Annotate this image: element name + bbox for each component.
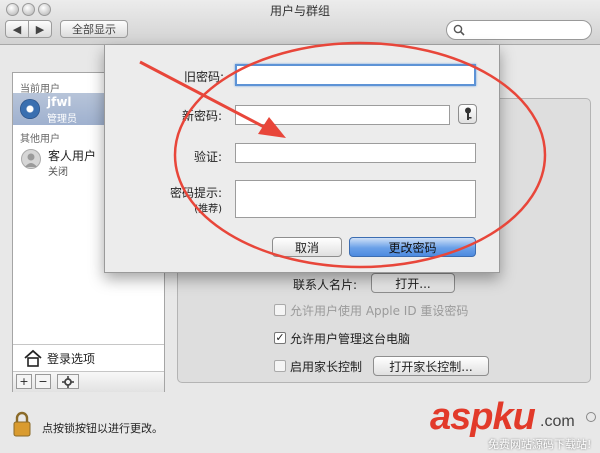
password-hint-sub-label: (推荐) — [194, 204, 222, 215]
open-contact-button[interactable]: 打开... — [371, 273, 455, 293]
sidebar-toolbar: + − — [13, 371, 164, 392]
new-password-field[interactable] — [235, 105, 450, 125]
remove-user-button[interactable]: − — [35, 374, 51, 389]
parental-controls-checkbox[interactable] — [274, 360, 286, 372]
new-password-label: 新密码: — [181, 109, 222, 123]
parental-controls-label: 启用家长控制 — [290, 360, 363, 374]
allow-admin-checkbox[interactable]: ✓ — [274, 332, 286, 344]
old-password-field[interactable] — [235, 64, 476, 86]
guest-name: 客人用户 — [48, 149, 97, 163]
lock-icon[interactable] — [12, 411, 32, 437]
password-hint-field[interactable] — [235, 180, 476, 218]
watermark-brand: aspku — [430, 396, 536, 438]
password-hint-label: 密码提示: — [169, 186, 222, 200]
search-icon — [453, 24, 465, 36]
add-user-button[interactable]: + — [16, 374, 32, 389]
contact-card-label: 联系人名片: — [293, 278, 358, 292]
search-input[interactable] — [446, 20, 592, 40]
key-icon — [464, 107, 471, 120]
verify-field[interactable] — [235, 143, 476, 163]
login-options-row[interactable]: 登录选项 — [13, 344, 164, 371]
apple-id-checkbox[interactable] — [274, 304, 286, 316]
old-password-label: 旧密码: — [183, 70, 224, 84]
action-gear-button[interactable] — [57, 374, 79, 389]
window-title-bar: 用户与群组 ◀ ▶ 全部显示 — [0, 0, 600, 45]
login-options-label: 登录选项 — [47, 352, 96, 366]
user-avatar — [20, 99, 40, 119]
back-button[interactable]: ◀ — [5, 20, 29, 38]
show-all-button[interactable]: 全部显示 — [60, 20, 128, 38]
cancel-button[interactable]: 取消 — [272, 237, 342, 257]
verify-label: 验证: — [193, 150, 222, 164]
watermark: aspku .com 免费网站源码下载站! — [430, 396, 600, 453]
change-password-button[interactable]: 更改密码 — [349, 237, 476, 257]
allow-admin-label: 允许用户管理这台电脑 — [290, 332, 411, 346]
gear-icon — [62, 375, 74, 388]
other-users-header: 其他用户 — [20, 134, 60, 145]
guest-avatar-icon — [21, 149, 41, 169]
forward-button[interactable]: ▶ — [28, 20, 52, 38]
open-parental-controls-button[interactable]: 打开家长控制... — [373, 356, 489, 376]
lock-hint-text: 点按锁按钮以进行更改。 — [42, 422, 163, 435]
watermark-tagline: 免费网站源码下载站! — [488, 438, 592, 451]
house-icon — [24, 349, 42, 367]
apple-id-label: 允许用户使用 Apple ID 重设密码 — [290, 304, 469, 318]
guest-status: 关闭 — [48, 167, 68, 178]
user-role: 管理员 — [47, 114, 77, 125]
window-title: 用户与群组 — [269, 4, 330, 18]
user-name: jfwl — [47, 95, 72, 109]
password-assistant-button[interactable] — [458, 104, 477, 124]
watermark-tld: .com — [540, 413, 575, 430]
